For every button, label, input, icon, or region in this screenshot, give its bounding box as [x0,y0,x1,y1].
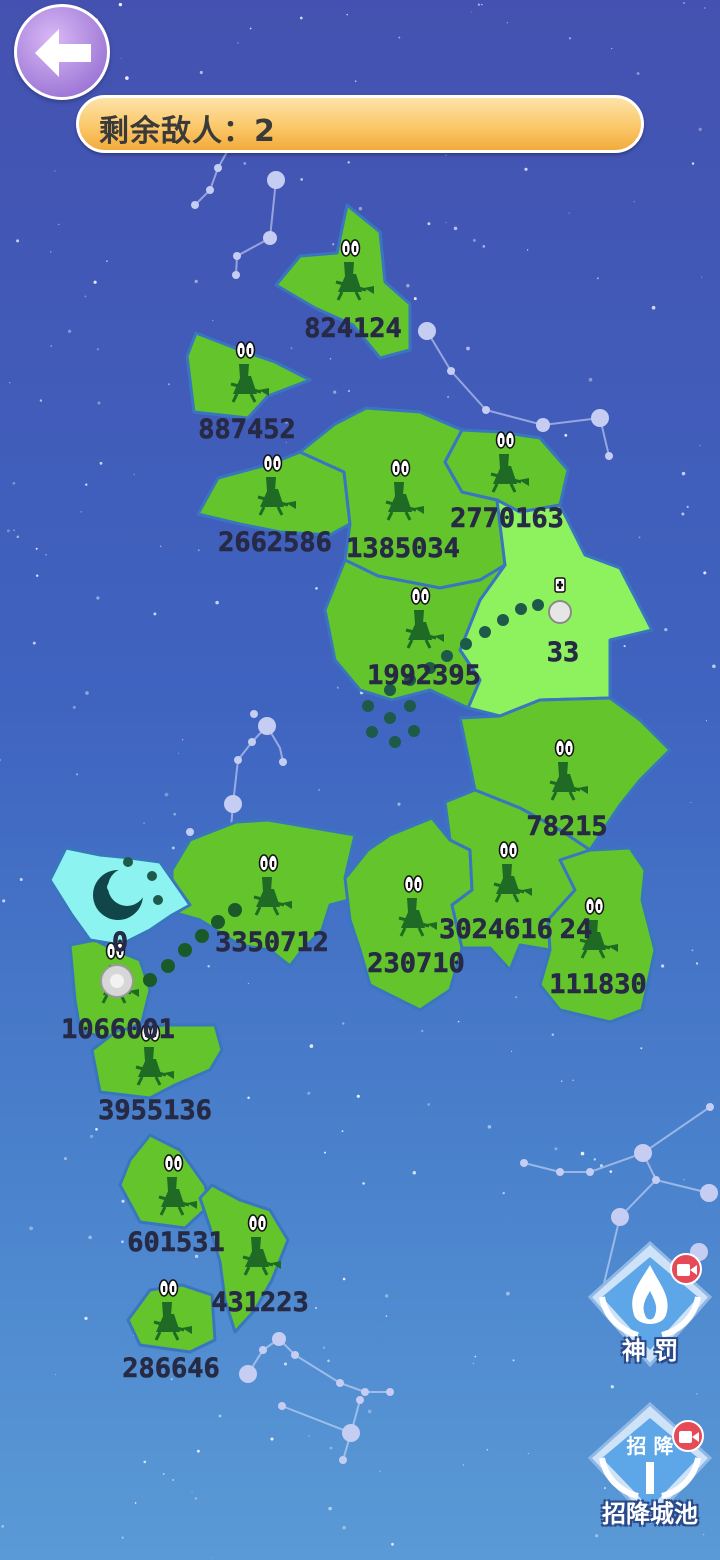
video-ad-badge [670,1253,702,1285]
region-label-r11: 230710 [367,948,465,979]
region-label-r18: 431223 [211,1287,309,1318]
remaining-enemies-bar: 剩余敌人：2 [76,95,644,153]
region-label-r1: 824124 [304,313,402,344]
region-label-r19: 286646 [122,1353,220,1384]
region-label-r10: 3350712 [215,927,329,958]
region-label-r4: 1385034 [346,533,460,564]
region-label-r15: 1066001 [61,1014,175,1045]
surrender-city-label: 招降城池 [602,1500,698,1528]
region-r17[interactable] [118,1133,212,1230]
video-camera-icon [679,1431,699,1443]
divine-punishment-label: 神 罚 [621,1337,679,1365]
arrow-left-icon [35,29,91,77]
battle-impact-icon [100,964,134,998]
region-label-r8: 78215 [526,811,607,842]
video-ad-badge [672,1420,704,1452]
region-label-r5: 2770163 [450,503,564,534]
region-label-r2: 887452 [198,414,296,445]
region-label-r6: 33 [547,637,580,668]
region-label-r9: 0 [112,927,128,958]
region-label-r7: 1992395 [367,660,481,691]
region-label-r16: 3955136 [98,1095,212,1126]
remaining-enemies-label: 剩余敌人： [99,114,254,149]
surrender-city-button[interactable]: 招 降 招降城池 [580,1400,720,1540]
remaining-enemies-count: 2 [254,114,276,149]
region-label-r13: 24 [560,914,593,945]
region-label-r17: 601531 [127,1227,225,1258]
region-label-r14: 111830 [549,969,647,1000]
remaining-enemies-text: 剩余敌人：2 [99,106,276,150]
back-button[interactable] [14,4,110,100]
region-label-r3: 2662586 [218,527,332,558]
video-camera-icon [677,1264,697,1276]
region-label-r12: 3024616 [439,914,553,945]
divine-punishment-button[interactable]: 神 罚 [580,1235,720,1375]
